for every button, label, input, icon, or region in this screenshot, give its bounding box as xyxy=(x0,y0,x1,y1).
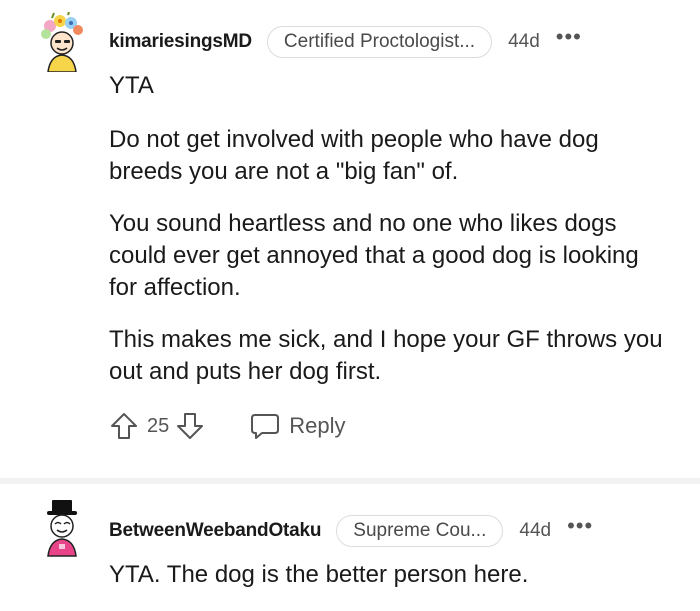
comment-body: YTA Do not get involved with people who … xyxy=(109,70,672,388)
speech-bubble-icon xyxy=(251,414,280,439)
reply-label: Reply xyxy=(289,413,346,438)
avatar-top-hat-icon xyxy=(47,500,77,557)
downvote-arrow-icon xyxy=(177,413,204,439)
user-flair: Certified Proctologist... xyxy=(266,26,493,58)
downvote-button[interactable] xyxy=(175,411,205,441)
comment-paragraph: YTA. The dog is the better person here. xyxy=(109,561,529,588)
comment-paragraph: Do not get involved with people who have… xyxy=(109,126,599,185)
avatar[interactable] xyxy=(38,11,86,73)
upvote-arrow-icon xyxy=(111,413,137,439)
comment-paragraph: YTA xyxy=(109,72,154,99)
username[interactable]: kimariesingsMD xyxy=(109,31,252,53)
username[interactable]: BetweenWeebandOtaku xyxy=(109,520,321,542)
avatar[interactable] xyxy=(38,498,86,558)
comment-2: BetweenWeebandOtaku Supreme Cou... 44d •… xyxy=(0,484,700,611)
comment-paragraph: This makes me sick, and I hope your GF t… xyxy=(109,326,663,385)
comment-header: kimariesingsMD Certified Proctologist...… xyxy=(109,24,670,60)
comment-age: 44d xyxy=(519,520,552,541)
user-flair: Supreme Cou... xyxy=(336,515,504,547)
vote-score: 25 xyxy=(147,414,170,437)
reply-button[interactable]: Reply xyxy=(249,411,346,441)
more-options-icon[interactable]: ••• xyxy=(567,515,593,537)
upvote-button[interactable] xyxy=(109,411,139,441)
comment-paragraph: You sound heartless and no one who likes… xyxy=(109,210,639,301)
comment-body: YTA. The dog is the better person here. xyxy=(109,559,672,591)
avatar-flower-crown-icon xyxy=(41,11,83,73)
comment-1: kimariesingsMD Certified Proctologist...… xyxy=(0,0,700,478)
comment-actions: 25 Reply xyxy=(109,405,346,447)
more-options-icon[interactable]: ••• xyxy=(556,26,582,48)
comment-header: BetweenWeebandOtaku Supreme Cou... 44d •… xyxy=(109,513,670,549)
comment-age: 44d xyxy=(508,31,540,52)
